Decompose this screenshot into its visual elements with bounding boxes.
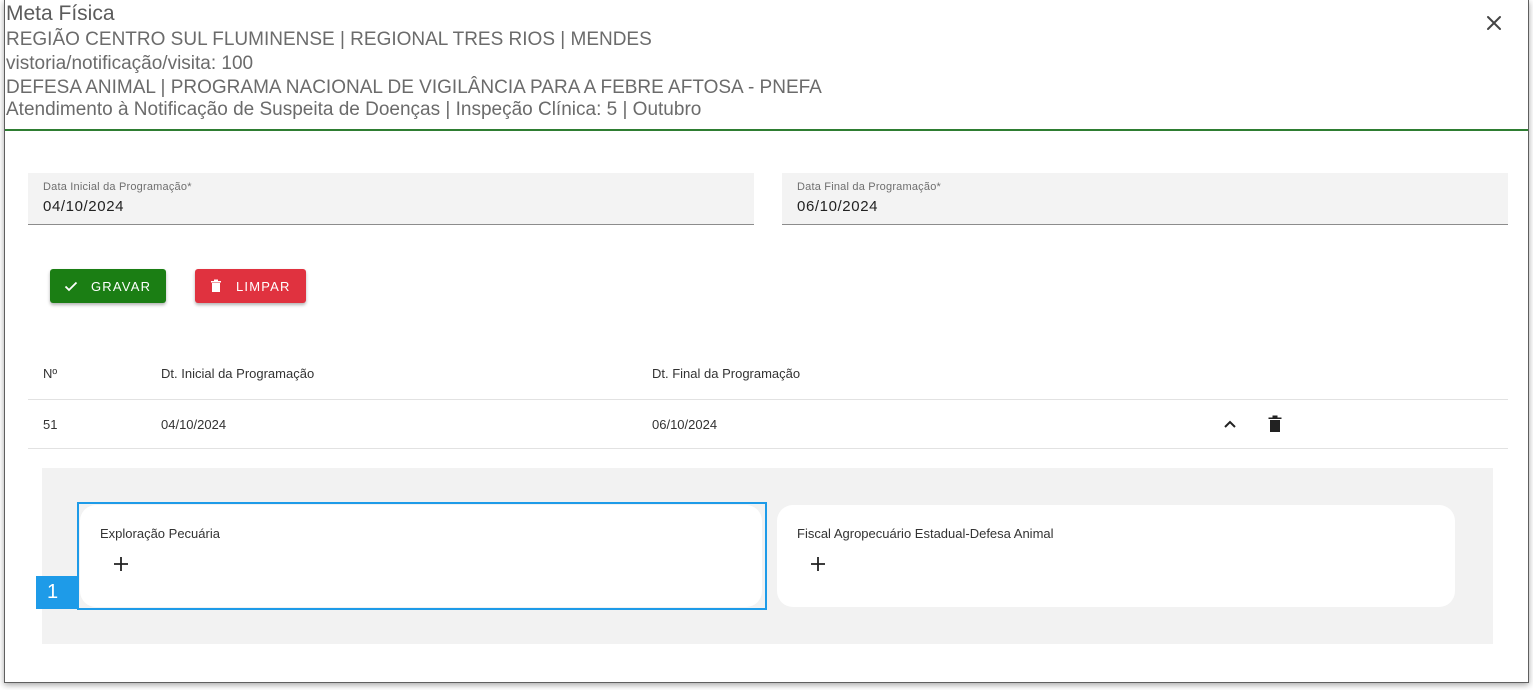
- close-icon: [1487, 16, 1501, 30]
- clear-button[interactable]: LIMPAR: [195, 269, 306, 303]
- table-header-divider: [28, 399, 1508, 400]
- meta-fisica-dialog: Meta Física REGIÃO CENTRO SUL FLUMINENSE…: [4, 0, 1529, 683]
- selection-tag: 1: [36, 576, 78, 609]
- save-button[interactable]: GRAVAR: [50, 269, 166, 303]
- trash-icon: [1268, 415, 1282, 432]
- column-header-end-date: Dt. Final da Programação: [652, 366, 801, 381]
- plus-icon: [811, 557, 825, 571]
- dialog-header: Meta Física REGIÃO CENTRO SUL FLUMINENSE…: [5, 0, 1528, 131]
- end-date-value[interactable]: 06/10/2024: [797, 198, 878, 215]
- header-goal-line: vistoria/notificação/visita: 100: [6, 53, 254, 74]
- row-end-date: 06/10/2024: [652, 417, 718, 432]
- collapse-row-button[interactable]: [1220, 415, 1240, 433]
- table-row-divider: [28, 448, 1508, 449]
- header-region-line: REGIÃO CENTRO SUL FLUMINENSE | REGIONAL …: [6, 29, 652, 50]
- card-title: Exploração Pecuária: [100, 526, 220, 541]
- end-date-field[interactable]: Data Final da Programação* 06/10/2024: [782, 173, 1508, 225]
- row-start-date: 04/10/2024: [161, 417, 227, 432]
- end-date-label: Data Final da Programação*: [797, 181, 941, 193]
- row-number: 51: [43, 417, 58, 432]
- card-fiscal-agropecuario[interactable]: Fiscal Agropecuário Estadual-Defesa Anim…: [777, 505, 1455, 607]
- card-exploracao-pecuaria[interactable]: Exploração Pecuária: [80, 505, 762, 607]
- check-icon: [63, 278, 79, 294]
- save-button-label: GRAVAR: [91, 278, 152, 294]
- add-exploracao-button[interactable]: [110, 553, 132, 575]
- column-header-number: Nº: [43, 366, 58, 381]
- chevron-up-icon: [1224, 420, 1236, 428]
- header-program-line: DEFESA ANIMAL | PROGRAMA NACIONAL DE VIG…: [6, 77, 822, 98]
- start-date-field[interactable]: Data Inicial da Programação* 04/10/2024: [28, 173, 754, 225]
- trash-icon: [208, 278, 224, 294]
- dialog-title: Meta Física: [6, 2, 115, 25]
- card-title: Fiscal Agropecuário Estadual-Defesa Anim…: [797, 526, 1054, 541]
- add-fiscal-button[interactable]: [807, 553, 829, 575]
- header-activity-line: Atendimento à Notificação de Suspeita de…: [6, 99, 702, 120]
- start-date-value[interactable]: 04/10/2024: [43, 198, 124, 215]
- column-header-start-date: Dt. Inicial da Programação: [161, 366, 315, 381]
- plus-icon: [114, 557, 128, 571]
- delete-row-button[interactable]: [1266, 414, 1284, 434]
- start-date-label: Data Inicial da Programação*: [43, 181, 192, 193]
- clear-button-label: LIMPAR: [236, 278, 291, 294]
- close-button[interactable]: [1483, 12, 1505, 34]
